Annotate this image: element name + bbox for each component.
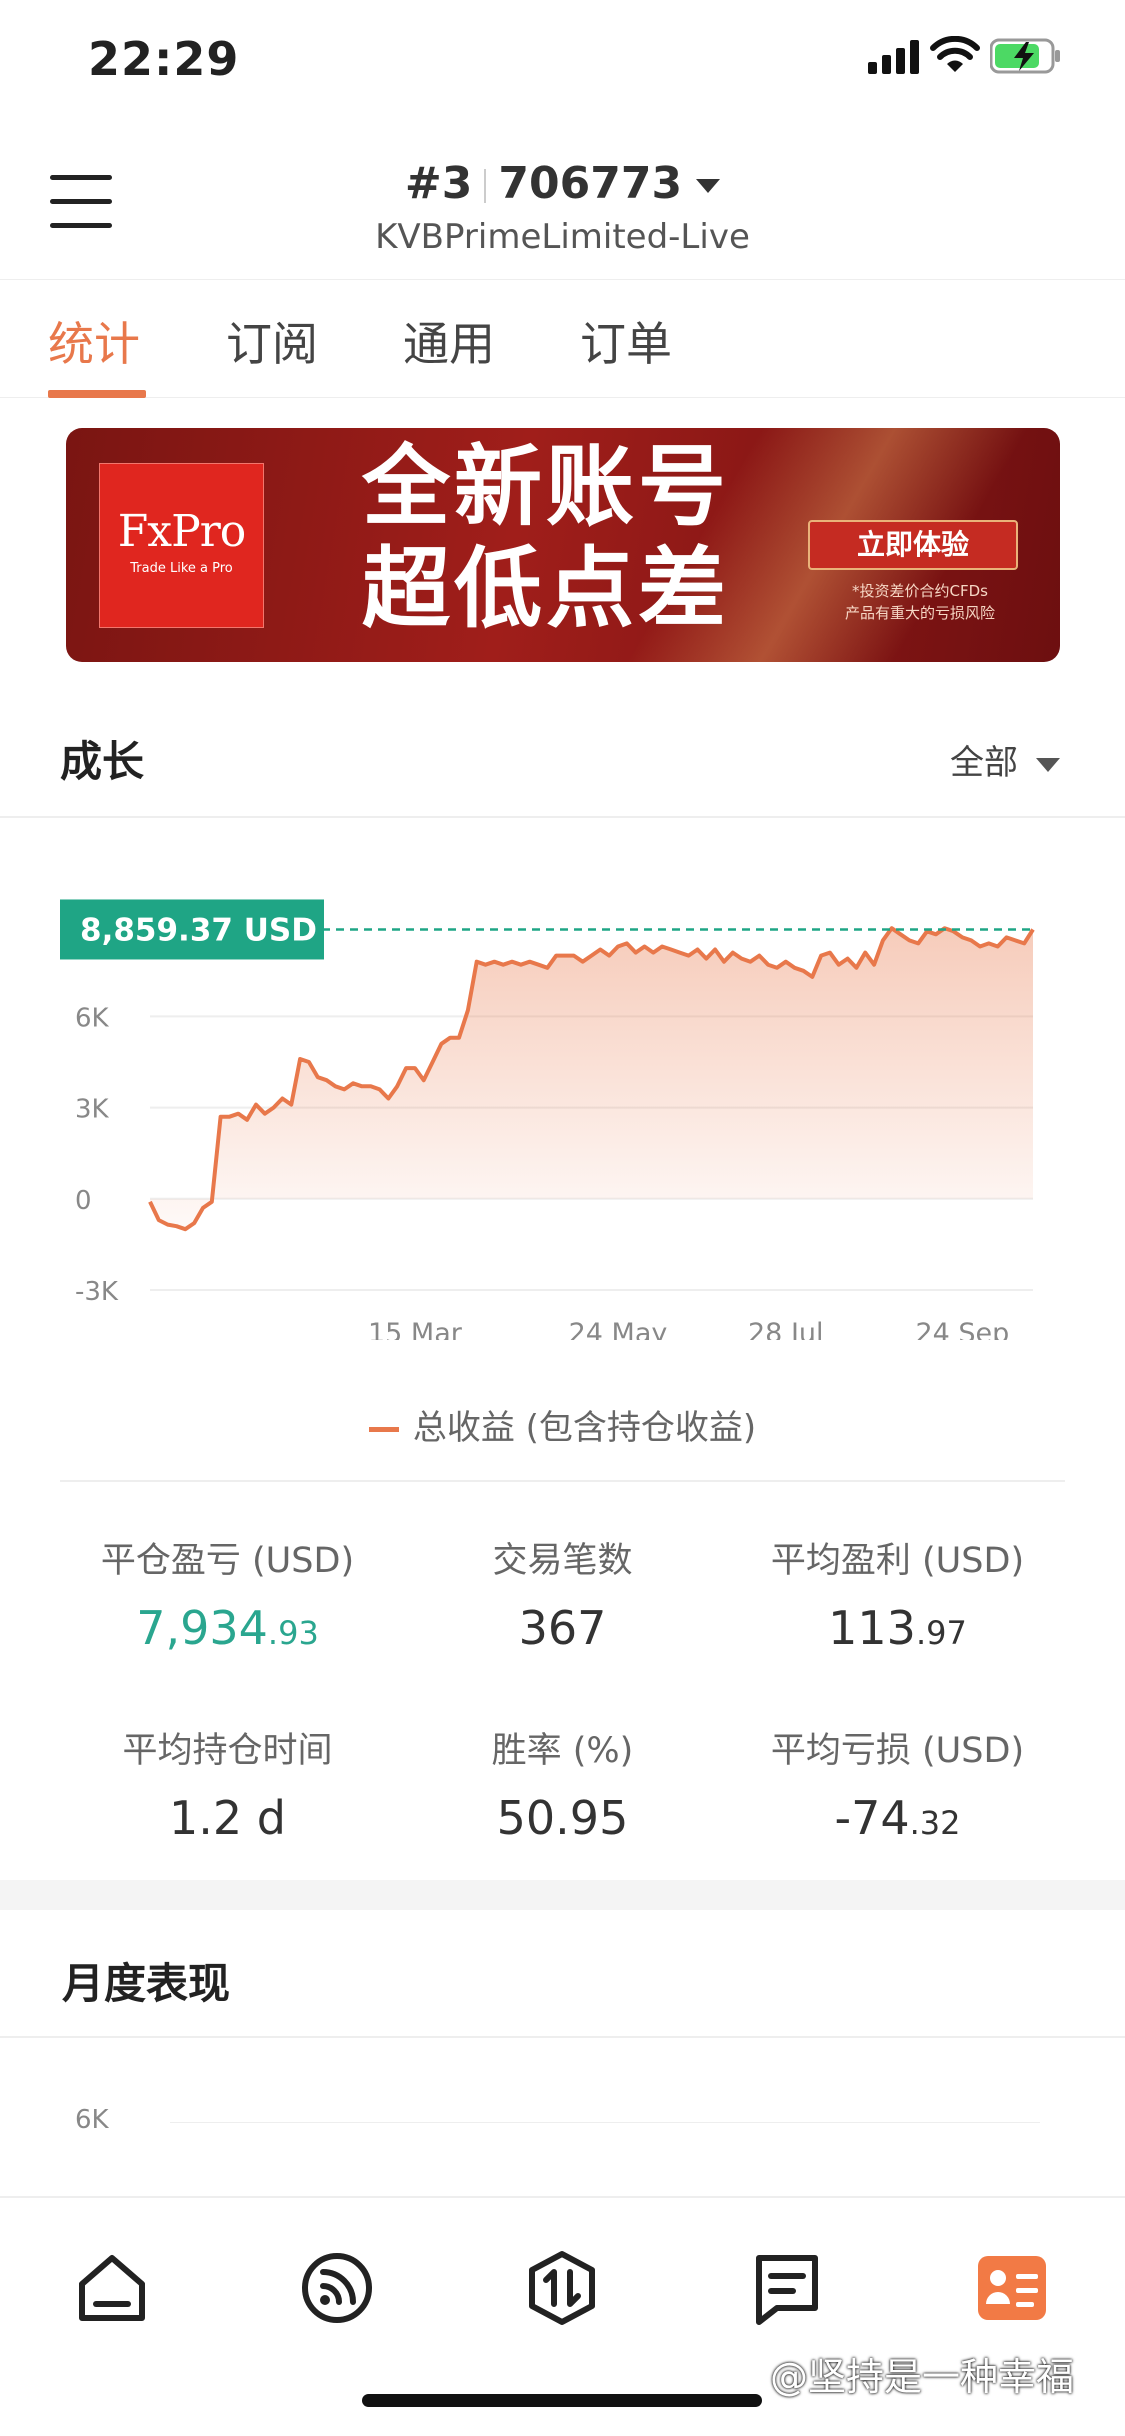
chevron-down-icon xyxy=(696,179,721,193)
chevron-down-icon xyxy=(1036,757,1060,772)
home-icon[interactable] xyxy=(72,2248,152,2328)
stat-avg-profit: 平均盈利 (USD) 113.97 xyxy=(770,1541,1025,1655)
account-number: 706773 xyxy=(498,158,683,209)
closed-pnl-value: 7,934.93 xyxy=(136,1601,319,1655)
legend-label: 总收益 (包含持仓收益) xyxy=(412,1408,757,1448)
growth-chart: 6K 3K 0 -3K 15 Mar 24 May 28 Jul 24 Sep 8,859.… xyxy=(60,899,1035,1340)
home-indicator xyxy=(362,2394,762,2407)
stat-win-rate: 胜率 (%) 50.95 xyxy=(491,1731,634,1845)
x-tick-label: 24 May xyxy=(569,1318,668,1340)
status-bar: 22:29 xyxy=(0,0,1125,120)
y-tick-label: 6K xyxy=(75,1003,110,1033)
stats-grid: 平仓盈亏 (USD) 7,934.93 交易笔数 367 平均盈利 (USD) … xyxy=(60,1480,1065,1845)
tab-bar: 统计 订阅 通用 订单 xyxy=(0,280,1125,398)
banner-headline: 全新账号 超低点差 xyxy=(362,435,731,640)
x-tick-label: 28 Jul xyxy=(748,1318,824,1340)
tab-orders[interactable]: 订单 xyxy=(580,308,672,374)
promo-banner[interactable]: FxPro Trade Like a Pro 全新账号 超低点差 立即体验 *投… xyxy=(66,428,1060,662)
stat-trade-count: 交易笔数 367 xyxy=(492,1541,633,1655)
y-tick-label: -3K xyxy=(75,1277,119,1307)
monthly-title: 月度表现 xyxy=(62,1959,231,2008)
tab-subscribe[interactable]: 订阅 xyxy=(226,308,318,374)
profile-card-icon[interactable] xyxy=(972,2248,1052,2328)
signal-feed-icon[interactable] xyxy=(297,2248,377,2328)
legend-swatch xyxy=(368,1427,399,1432)
active-tab-indicator xyxy=(48,390,146,398)
banner-cta-button[interactable]: 立即体验 xyxy=(808,520,1018,570)
account-index: #3 xyxy=(404,158,473,209)
status-time: 22:29 xyxy=(88,32,240,86)
section-gap xyxy=(0,1880,1125,1910)
trade-arrows-icon[interactable] xyxy=(522,2248,602,2328)
battery-charging-icon xyxy=(990,38,1060,74)
stat-avg-holding-time: 平均持仓时间 1.2 d xyxy=(122,1731,333,1845)
current-value-label: 8,859.37 USD xyxy=(80,912,317,948)
y-tick-label: 3K xyxy=(75,1095,110,1125)
growth-title: 成长 xyxy=(60,737,145,786)
wifi-icon xyxy=(930,36,980,72)
monthly-grid-line xyxy=(170,2122,1040,2123)
app-screen: 22:29 #3 706773 KVBPrimeLimited-Live 统计 … xyxy=(0,0,1125,2436)
fxpro-logo: FxPro Trade Like a Pro xyxy=(99,463,264,628)
broker-server: KVBPrimeLimited-Live xyxy=(375,217,750,257)
period-filter[interactable]: 全部 xyxy=(950,735,1060,784)
stat-closed-pnl: 平仓盈亏 (USD) 7,934.93 xyxy=(60,1532,395,1655)
banner-disclaimer: *投资差价合约CFDs 产品有重大的亏损风险 xyxy=(844,582,995,622)
monthly-y-tick: 6K xyxy=(75,2105,109,2135)
account-selector[interactable]: #3 706773 KVBPrimeLimited-Live xyxy=(0,158,1125,257)
cellular-signal-icon xyxy=(868,40,919,74)
message-icon[interactable] xyxy=(747,2248,827,2328)
tab-general[interactable]: 通用 xyxy=(403,308,495,374)
x-tick-label: 24 Sep xyxy=(915,1318,1009,1340)
stat-avg-loss: 平均亏损 (USD) -74.32 xyxy=(770,1731,1025,1845)
tab-statistics[interactable]: 统计 xyxy=(48,308,140,374)
watermark: @坚持是一种幸福 xyxy=(770,2355,1075,2399)
app-header: #3 706773 KVBPrimeLimited-Live xyxy=(0,120,1125,280)
chart-legend: 总收益 (包含持仓收益) xyxy=(0,1400,1125,1449)
growth-area xyxy=(150,928,1033,1230)
x-tick-label: 15 Mar xyxy=(368,1318,463,1340)
y-tick-label: 0 xyxy=(75,1186,92,1216)
